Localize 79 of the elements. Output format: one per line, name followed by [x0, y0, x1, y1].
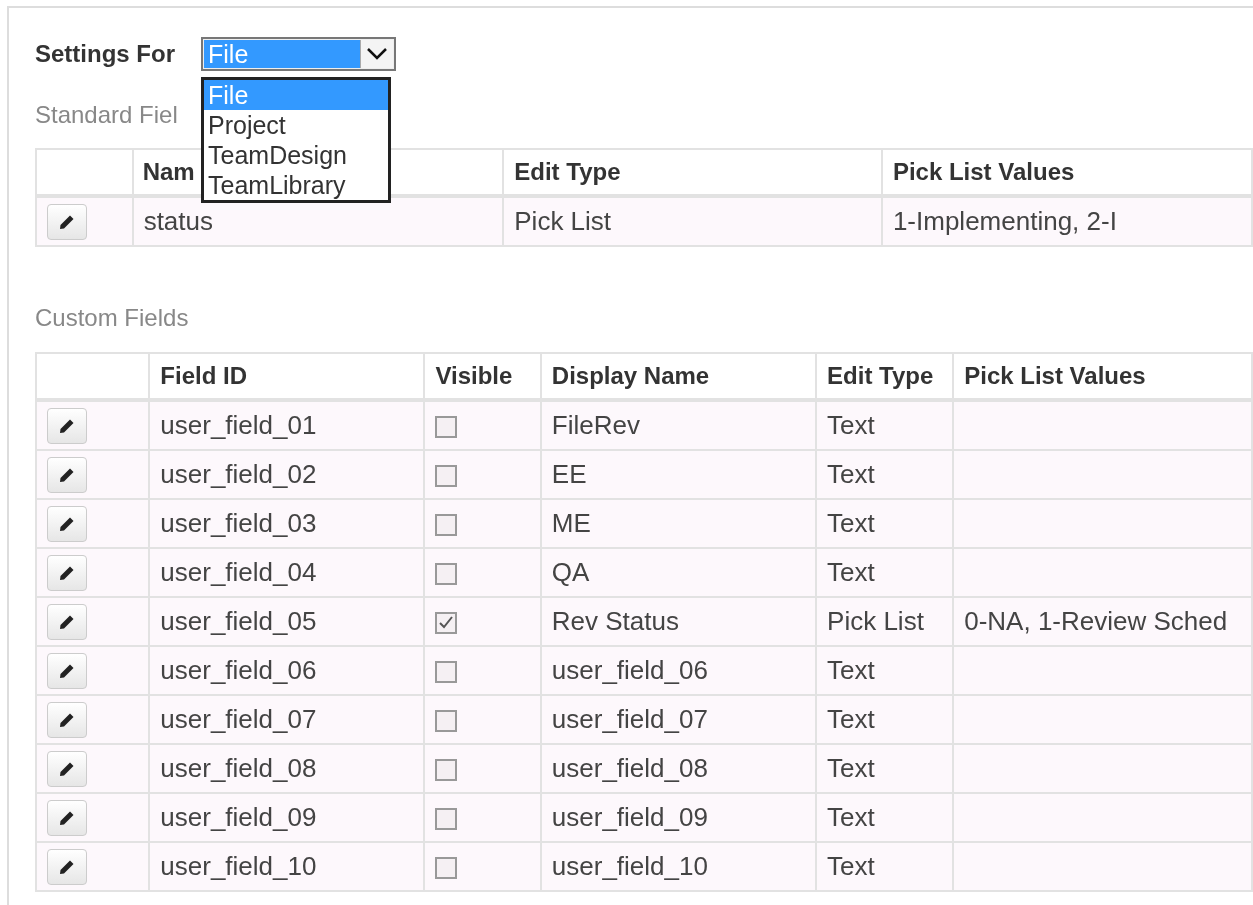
chevron-down-icon [366, 47, 388, 61]
edit-button[interactable] [47, 407, 87, 444]
table-cell: user_field_04 [149, 548, 425, 597]
checkbox[interactable] [435, 465, 458, 488]
pencil-icon [59, 417, 75, 434]
table-cell: user_field_06 [540, 646, 817, 695]
settings-for-label: Settings For [35, 40, 176, 68]
edit-button[interactable] [47, 848, 87, 885]
pencil-icon [59, 564, 75, 581]
table-cell: Rev Status [540, 597, 817, 646]
table-cell: Text [816, 842, 954, 891]
table-cell: user_field_07 [540, 695, 817, 744]
table-cell: user_field_10 [149, 842, 425, 891]
table-cell: Pick List [816, 597, 954, 646]
dropdown-arrow-button[interactable] [360, 40, 393, 68]
table-cell: QA [540, 548, 817, 597]
pencil-icon [59, 760, 75, 777]
table-cell: user_field_02 [149, 450, 425, 499]
pencil-icon [59, 466, 75, 483]
column-header: Visible [424, 353, 541, 400]
checkbox[interactable] [435, 612, 458, 635]
checkbox[interactable] [435, 563, 458, 586]
table-cell: 1-Implementing, 2-I [881, 196, 1252, 246]
column-header: Display Name [540, 353, 817, 400]
table-cell: 0-NA, 1-Review Sched [964, 606, 1228, 636]
column-header: Pick List Values [881, 149, 1252, 196]
pencil-icon [59, 809, 75, 826]
edit-button[interactable] [47, 701, 87, 738]
edit-button[interactable] [47, 456, 87, 493]
table-cell: FileRev [540, 400, 817, 450]
table-cell: Text [816, 793, 954, 842]
checkbox[interactable] [435, 808, 458, 831]
edit-button[interactable] [47, 603, 87, 640]
select-value: File [204, 40, 360, 68]
edit-button[interactable] [47, 750, 87, 787]
table-cell: Text [816, 450, 954, 499]
pencil-icon [59, 858, 75, 875]
edit-button[interactable] [47, 652, 87, 689]
pencil-icon [59, 711, 75, 728]
table-cell: user_field_01 [149, 400, 425, 450]
pencil-icon [59, 662, 75, 679]
table-cell: Text [816, 400, 954, 450]
edit-button[interactable] [47, 554, 87, 591]
dropdown-option[interactable]: Project [204, 110, 388, 140]
section-title: Custom Fields [35, 303, 189, 332]
table-cell: user_field_06 [149, 646, 425, 695]
pencil-icon [59, 613, 75, 630]
table-cell: user_field_07 [149, 695, 425, 744]
checkbox[interactable] [435, 710, 458, 733]
checkbox[interactable] [435, 416, 458, 439]
table-cell: user_field_03 [149, 499, 425, 548]
table-cell: Text [816, 499, 954, 548]
table-cell: user_field_05 [149, 597, 425, 646]
table-cell: EE [540, 450, 817, 499]
column-header: Field ID [149, 353, 425, 400]
table-cell: Text [816, 548, 954, 597]
pencil-icon [59, 515, 75, 532]
checkbox[interactable] [435, 759, 458, 782]
edit-button[interactable] [47, 799, 87, 836]
table-cell: Text [816, 744, 954, 793]
column-header: Edit Type [816, 353, 954, 400]
table-cell: Text [816, 646, 954, 695]
table-cell: Pick List [503, 196, 882, 246]
checkbox[interactable] [435, 661, 458, 684]
column-header: Edit Type [503, 149, 882, 196]
checkbox[interactable] [435, 514, 458, 537]
column-header: Pick List Values [953, 353, 1252, 400]
table-cell: ME [540, 499, 817, 548]
table-cell: user_field_08 [540, 744, 817, 793]
edit-button[interactable] [47, 505, 87, 542]
section-title: Standard Fiel [35, 100, 178, 129]
table-cell: user_field_09 [540, 793, 817, 842]
table-cell: user_field_10 [540, 842, 817, 891]
table-cell: Text [816, 695, 954, 744]
table-cell: user_field_08 [149, 744, 425, 793]
checkbox[interactable] [435, 857, 458, 880]
edit-button[interactable] [47, 203, 87, 240]
table-cell: user_field_09 [149, 793, 425, 842]
pencil-icon [59, 213, 75, 230]
